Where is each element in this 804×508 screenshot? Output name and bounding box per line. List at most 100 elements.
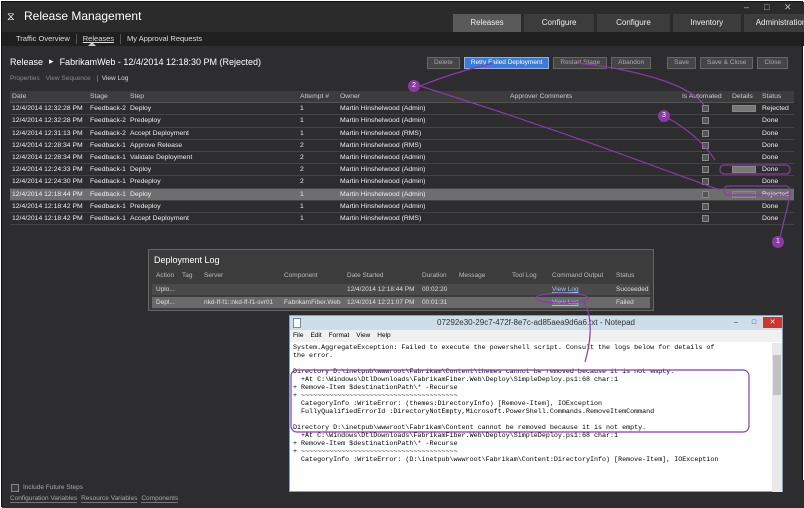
table-row[interactable]: 12/4/2014 12:18:44 PM Feedback-1 Deploy 1 Ma… [10,188,794,201]
log-cell: FabrikamFiber.Web [284,299,341,306]
column-header[interactable]: Stage [90,93,108,100]
notepad-vertical-scrollbar[interactable] [772,343,782,492]
retry-failed-deployment-button[interactable]: Retry Failed Deployment [463,57,550,69]
notepad-document-icon [293,318,301,328]
grid-cell: 12/4/2014 12:31:13 PM [12,129,83,137]
grid-cell: Done [762,202,779,210]
grid-cell: Accept Deployment [130,129,189,137]
abandon-button[interactable]: Abandon [611,57,652,69]
menu-help[interactable]: Help [377,330,390,342]
table-row[interactable]: 12/4/2014 12:28:34 PM Feedback-1 Approve R… [10,140,794,152]
grid-cell: Rejected [762,190,789,198]
is-automated-checkbox [702,153,709,161]
minimize-button[interactable]: – [744,2,749,12]
table-row[interactable]: 12/4/2014 12:18:42 PM Feedback-1 Accept De… [10,213,794,226]
menu-edit[interactable]: Edit [310,330,321,342]
subnav-my-approval-requests[interactable]: My Approval Requests [121,34,208,44]
tab-properties[interactable]: Properties [10,75,40,82]
grid-cell: Done [762,129,779,137]
menu-file[interactable]: File [293,330,303,342]
notepad-close-button[interactable]: ✕ [763,317,782,328]
notepad-minimize-button[interactable]: – [727,317,745,328]
grid-cell: Predeploy [130,202,161,210]
callout-1: 1 [772,236,784,248]
tab-view-log[interactable]: View Log [96,75,128,82]
grid-cell: 12/4/2014 12:24:33 PM [12,166,83,174]
notepad-maximize-button[interactable]: □ [745,317,763,328]
is-automated-checkbox [702,202,709,210]
grid-cell: 12/4/2014 12:18:44 PM [12,190,83,198]
grid-cell: 1 [300,190,304,198]
column-header[interactable]: Status [762,93,781,100]
tab-releases[interactable]: Releases [453,14,521,32]
column-header[interactable]: Is Automated [682,93,722,100]
include-future-steps-checkbox[interactable] [11,484,19,492]
table-row[interactable]: 12/4/2014 12:32:28 PM Feedback-2 Deploy 1 Ma… [10,103,794,116]
close-window-button[interactable]: ✕ [784,2,792,13]
is-automated-checkbox [702,117,709,125]
tab-configure-paths[interactable]: Configure Paths [597,14,670,45]
grid-cell: 12/4/2014 12:32:28 PM [12,105,83,113]
grid-cell: 2 [300,141,304,149]
title-bar: ⧖ Release Management – □ ✕ Releases Conf… [2,2,804,45]
column-header[interactable]: Attempt # [300,93,329,100]
column-header[interactable]: Step [130,93,144,100]
tab-view-sequence[interactable]: View Sequence [46,75,91,82]
grid-cell: Done [762,117,779,125]
column-header[interactable]: Owner [340,93,360,100]
table-row[interactable]: 12/4/2014 12:32:28 PM Feedback-2 Predeploy… [10,115,794,128]
is-automated-checkbox [702,105,709,113]
grid-cell: Feedback-1 [90,214,126,222]
notepad-text-area[interactable]: System.AggregateException: Failed to exe… [293,344,771,491]
column-header[interactable]: Approver Comments [510,93,572,100]
grid-cell: 2 [300,166,304,174]
grid-cell: 2 [300,178,304,186]
menu-format[interactable]: Format [329,330,350,342]
grid-cell: Feedback-1 [90,166,126,174]
restart-stage-button[interactable]: Restart Stage [553,57,608,69]
log-cell: 12/4/2014 12:21:07 PM [347,299,415,306]
view-log-link[interactable]: View Log [552,299,579,306]
table-row[interactable]: 12/4/2014 12:24:30 PM Feedback-1 Predeploy… [10,176,794,189]
save-close-button[interactable]: Save & Close [699,57,754,69]
grid-cell: 2 [300,153,304,161]
subnav-releases[interactable]: Releases [77,34,122,44]
view-log-link[interactable]: View Log [552,286,579,293]
tab-components[interactable]: Components [141,495,179,503]
tab-inventory[interactable]: Inventory [672,14,741,32]
close-button[interactable]: Close [757,57,788,69]
tab-resource-variables[interactable]: Resource Variables [81,495,138,503]
tab-administration[interactable]: Administration [743,14,804,32]
grid-header-row: Date Stage Step Attempt # Owner Approver Comm… [10,91,794,104]
details-button[interactable] [732,190,756,198]
save-button[interactable]: Save [667,57,696,69]
grid-cell: Feedback-1 [90,153,126,161]
tab-configuration-variables[interactable]: Configuration Variables [10,495,78,503]
details-button[interactable] [732,166,756,174]
tab-configure-apps[interactable]: Configure Apps [524,14,595,45]
deployment-log-row[interactable]: Uplo... 12/4/2014 12:18:44 PM 00:02:20 View… [152,284,650,295]
grid-cell: Martin Hinshelwood (Admin) [340,153,426,161]
table-row[interactable]: 12/4/2014 12:18:42 PM Feedback-1 Predeploy… [10,201,794,213]
scrollbar-thumb[interactable] [773,355,781,395]
grid-cell: Feedback-2 [90,105,126,113]
subnav-traffic-overview[interactable]: Traffic Overview [10,34,77,44]
is-automated-checkbox [702,214,709,222]
grid-cell: 1 [300,129,304,137]
grid-cell: Martin Hinshelwood (Admin) [340,105,426,113]
menu-view[interactable]: View [356,330,370,342]
maximize-button[interactable]: □ [764,2,769,12]
grid-cell: Deploy [130,166,152,174]
grid-cell: 12/4/2014 12:18:42 PM [12,214,83,222]
deployment-log-title: Deployment Log [154,255,220,265]
column-header[interactable]: Date [12,93,26,100]
delete-button[interactable]: Delete [427,57,460,69]
log-column-header: Tool Log [512,272,537,279]
table-row[interactable]: 12/4/2014 12:28:34 PM Feedback-1 Validate … [10,152,794,165]
table-row[interactable]: 12/4/2014 12:24:33 PM Feedback-1 Deploy 2 Ma… [10,164,794,177]
details-button[interactable] [732,105,756,113]
column-header[interactable]: Details [732,93,753,100]
deployment-log-row[interactable]: Depl... nkd-ff-f1::nkd-ff-f1-svr01 Fabrika… [152,297,650,308]
table-row[interactable]: 12/4/2014 12:31:13 PM Feedback-2 Accept De… [10,128,794,140]
notepad-menu-bar: File Edit Format View Help [290,330,782,342]
